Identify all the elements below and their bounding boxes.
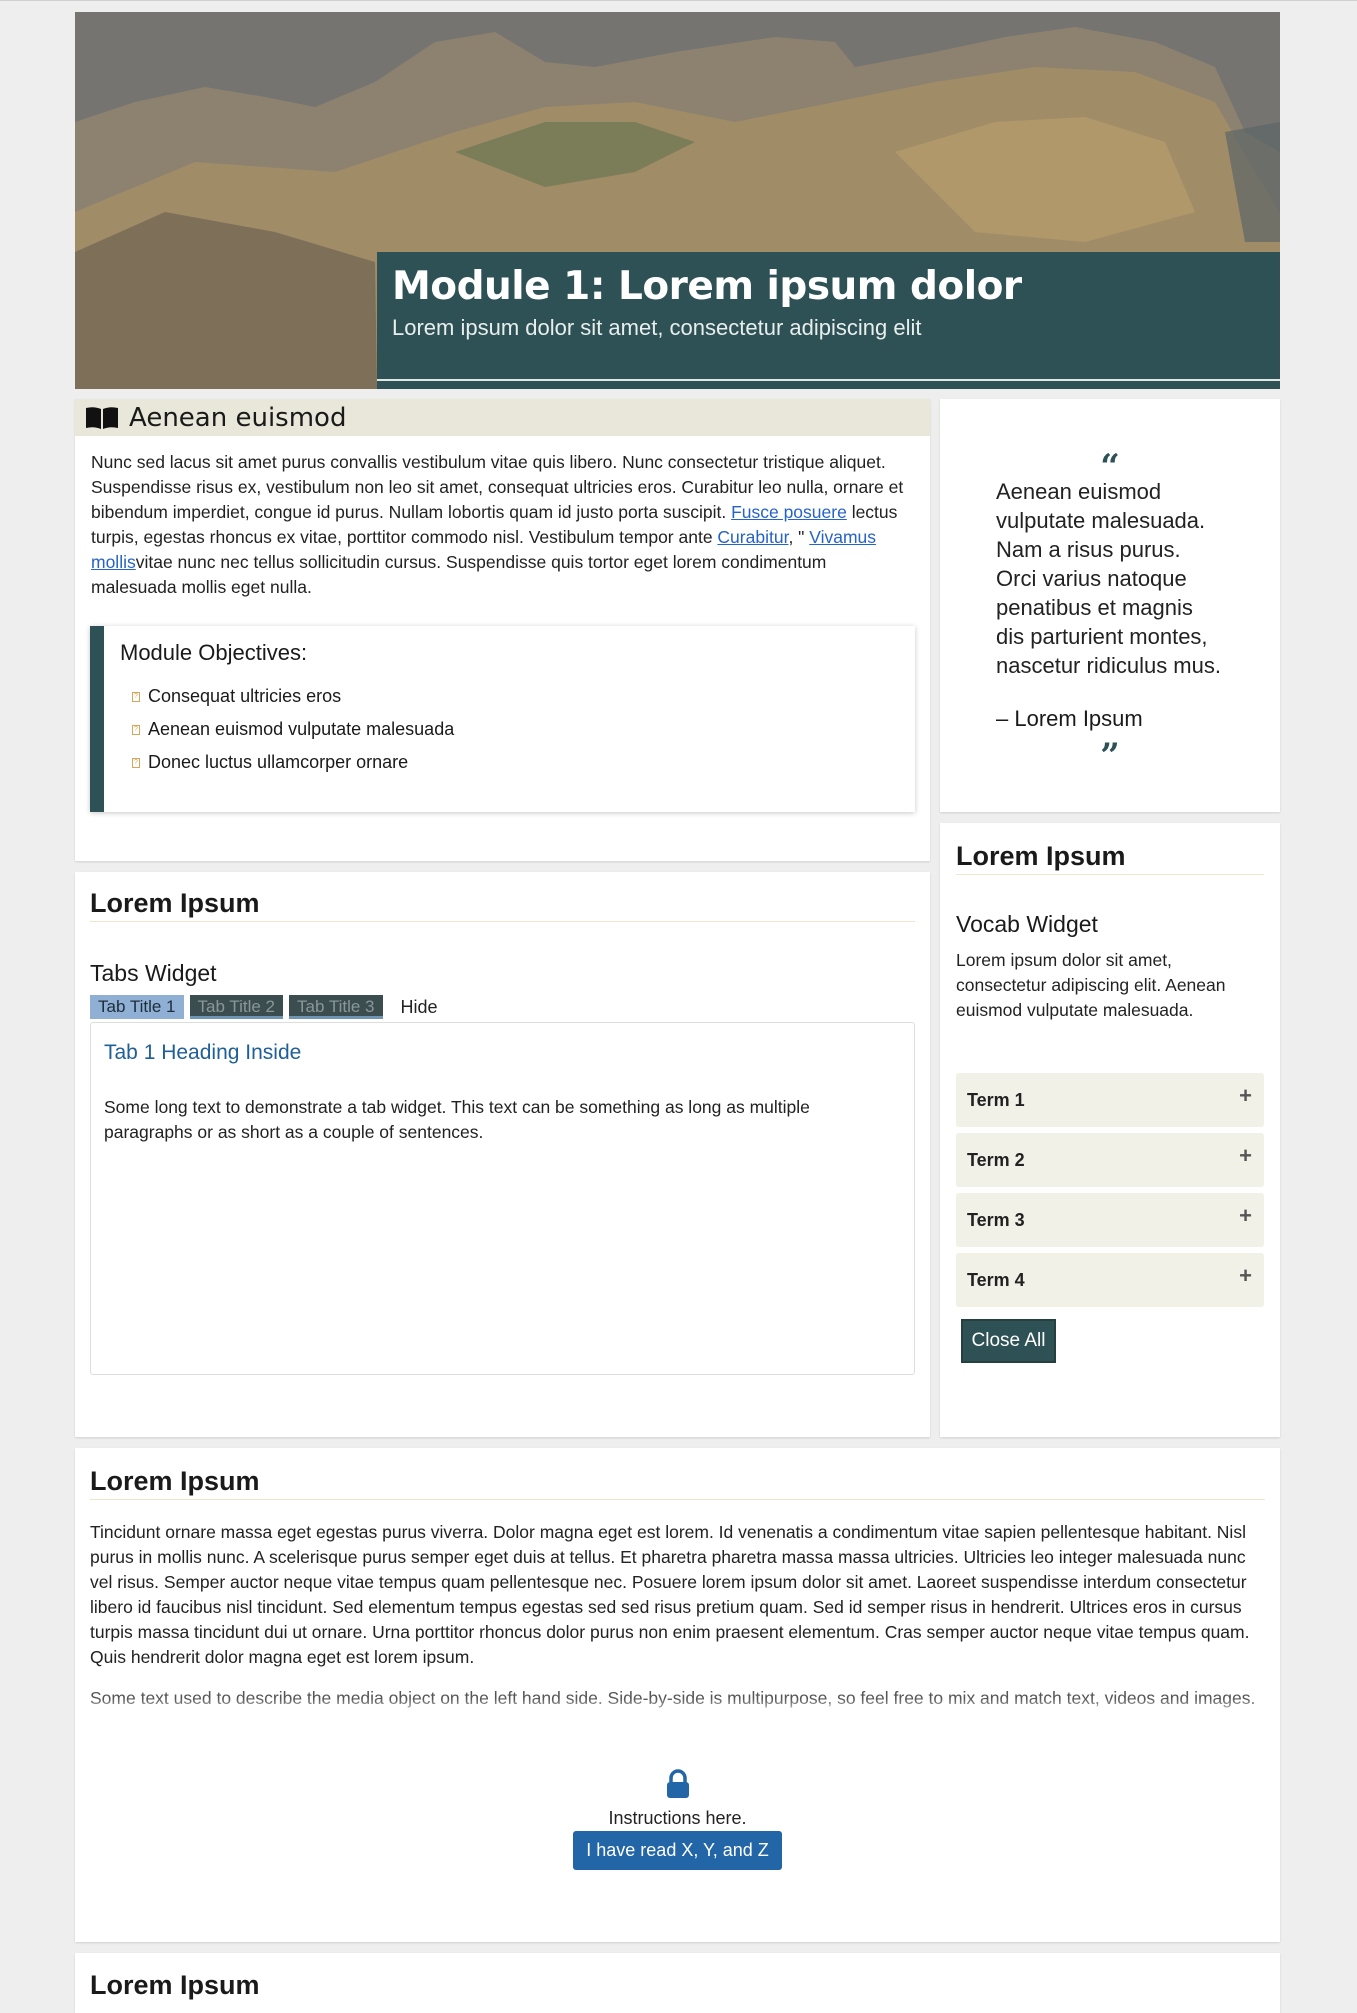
- tab-title-1[interactable]: Tab Title 1: [90, 995, 184, 1019]
- tabs-panel: Lorem Ipsum Tabs Widget Tab Title 1 Tab …: [75, 872, 930, 1437]
- book-icon: [86, 406, 118, 429]
- quote-text: Aenean euismod vulputate malesuada. Nam …: [996, 479, 1221, 678]
- section-title: Lorem Ipsum: [90, 1970, 260, 2000]
- plus-icon: +: [1239, 1203, 1252, 1228]
- vocab-description: Lorem ipsum dolor sit amet, consectetur …: [956, 950, 1226, 1020]
- tab-title-3[interactable]: Tab Title 3: [289, 995, 383, 1019]
- page: Module 1: Lorem ipsum dolor Lorem ipsum …: [0, 1, 1357, 2013]
- quote-panel: “ Aenean euismod vulputate malesuada. Na…: [940, 399, 1280, 812]
- intro-panel: Aenean euismod Nunc sed lacus sit amet p…: [75, 399, 930, 861]
- objective-label: Aenean euismod vulputate malesuada: [148, 719, 455, 739]
- content-section: Lorem Ipsum Tincidunt ornare massa eget …: [75, 1448, 1280, 1942]
- tabs-widget-title: Tabs Widget: [90, 960, 217, 986]
- instructions-text: Instructions here.: [608, 1808, 747, 1828]
- term-label: Term 4: [967, 1269, 1025, 1290]
- tab-content-heading: Tab 1 Heading Inside: [104, 1041, 302, 1064]
- close-all-button[interactable]: Close All: [961, 1319, 1056, 1363]
- term-label: Term 3: [967, 1209, 1025, 1230]
- fusce-posuere-link[interactable]: Fusce posuere: [731, 502, 847, 522]
- plus-icon: +: [1239, 1263, 1252, 1288]
- plus-icon: +: [1239, 1143, 1252, 1168]
- vocab-panel: Lorem Ipsum Vocab Widget Lorem ipsum dol…: [940, 823, 1280, 1437]
- read-button-wrap: I have read X, Y, and Z: [90, 1831, 1265, 1870]
- objective-item: ? Aenean euismod vulputate malesuada: [132, 719, 899, 740]
- objective-item: ? Donec luctus ullamcorper ornare: [132, 752, 899, 773]
- vocab-term-1[interactable]: Term 1 +: [956, 1073, 1264, 1127]
- vocab-term-2[interactable]: Term 2 +: [956, 1133, 1264, 1187]
- media-description: Some text used to describe the media obj…: [90, 1688, 1256, 1708]
- curabitur-link[interactable]: Curabitur: [717, 527, 788, 547]
- plus-icon: +: [1239, 1083, 1252, 1108]
- acknowledge-button[interactable]: I have read X, Y, and Z: [573, 1831, 782, 1870]
- objectives-title: Module Objectives:: [120, 640, 308, 665]
- objective-label: Consequat ultricies eros: [148, 686, 342, 706]
- module-objectives-box: Module Objectives: ? Consequat ultricies …: [90, 626, 915, 812]
- section-title: Lorem Ipsum: [90, 1466, 1265, 1500]
- content-section-partial: Lorem Ipsum: [75, 1953, 1280, 2013]
- intro-heading: Aenean euismod: [129, 402, 347, 433]
- section-paragraph: Tincidunt ornare massa eget egestas puru…: [90, 1522, 1250, 1667]
- bullet-icon: ?: [132, 757, 140, 768]
- page-title: Module 1: Lorem ipsum dolor: [392, 264, 1022, 309]
- objective-label: Donec luctus ullamcorper ornare: [148, 752, 409, 772]
- bullet-icon: ?: [132, 691, 140, 702]
- term-label: Term 1: [967, 1089, 1025, 1110]
- tab-bar: Tab Title 1 Tab Title 2 Tab Title 3 Hide: [90, 995, 915, 1019]
- section-title: Lorem Ipsum: [90, 888, 915, 922]
- objective-item: ? Consequat ultricies eros: [132, 686, 899, 707]
- objectives-list: ? Consequat ultricies eros ? Aenean euismo…: [120, 686, 899, 773]
- hero-banner: Module 1: Lorem ipsum dolor Lorem ipsum …: [75, 12, 1280, 389]
- lock-icon: [666, 1769, 689, 1798]
- tab-title-2[interactable]: Tab Title 2: [189, 995, 283, 1019]
- lock-wrap: [90, 1769, 1265, 1804]
- bullet-icon: ?: [132, 724, 140, 735]
- vocab-term-4[interactable]: Term 4 +: [956, 1253, 1264, 1307]
- banner-divider: [377, 379, 1280, 381]
- hero-title-banner: Module 1: Lorem ipsum dolor Lorem ipsum …: [377, 252, 1280, 389]
- term-label: Term 2: [967, 1149, 1025, 1170]
- intro-text-4: vitae nunc nec tellus sollicitudin cursu…: [91, 552, 827, 597]
- open-quote-icon: “: [1100, 447, 1120, 487]
- quote-author: – Lorem Ipsum: [996, 706, 1143, 731]
- section-title: Lorem Ipsum: [956, 841, 1264, 875]
- tab-content-text: Some long text to demonstrate a tab widg…: [104, 1097, 810, 1142]
- close-quote-icon: ”: [1100, 736, 1120, 776]
- tab-content: Tab 1 Heading Inside Some long text to d…: [90, 1022, 915, 1375]
- intro-header: Aenean euismod: [75, 399, 930, 436]
- intro-paragraph: Nunc sed lacus sit amet purus convallis …: [75, 436, 930, 600]
- hide-tabs-button[interactable]: Hide: [401, 997, 438, 1018]
- vocab-term-3[interactable]: Term 3 +: [956, 1193, 1264, 1247]
- vocab-widget-title: Vocab Widget: [956, 911, 1098, 937]
- intro-text-3: , ": [788, 527, 810, 547]
- page-subtitle: Lorem ipsum dolor sit amet, consectetur …: [392, 315, 922, 340]
